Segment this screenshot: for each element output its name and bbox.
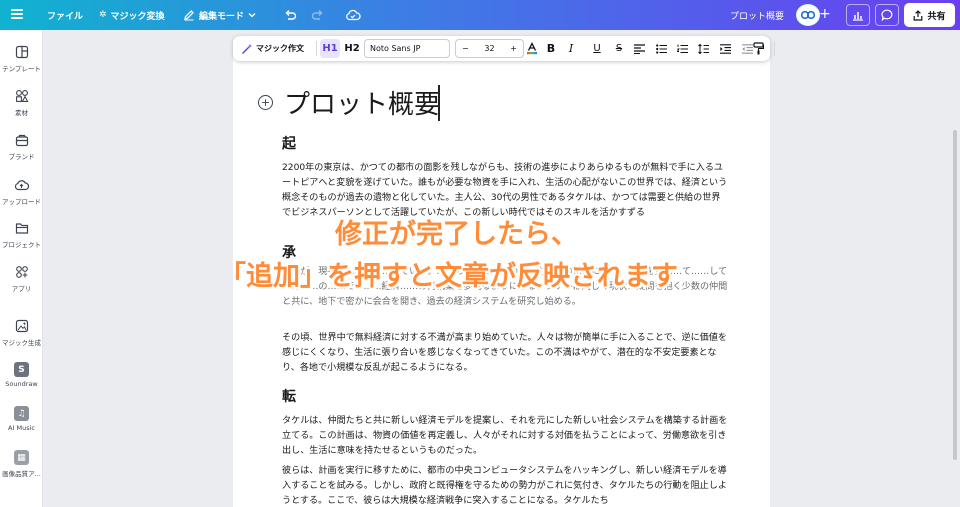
underline-icon[interactable]: U bbox=[588, 39, 606, 58]
document-title-label: プロット概要 bbox=[730, 11, 785, 22]
comment-button[interactable] bbox=[875, 4, 899, 26]
left-sidebar: テンプレート 素材 ブランド アップロード プロジェクト アプリ マジック生成 … bbox=[0, 30, 43, 507]
sidebar-item-label: アプリ bbox=[11, 285, 32, 293]
upload-icon bbox=[14, 177, 30, 193]
sidebar-item-label: プロジェクト bbox=[2, 241, 41, 249]
heading1-label: H1 bbox=[322, 43, 338, 54]
heading2-button[interactable]: H2 bbox=[342, 39, 362, 58]
text-color-icon bbox=[527, 42, 537, 55]
text-color-button[interactable] bbox=[523, 39, 541, 58]
brand-icon bbox=[14, 132, 30, 148]
sidebar-item-uploads[interactable]: アップロード bbox=[0, 177, 43, 206]
file-menu-label: ファイル bbox=[47, 11, 84, 22]
avatar[interactable] bbox=[796, 4, 820, 26]
pencil-icon bbox=[184, 10, 194, 21]
magic-switch-button[interactable]: ✲ マジック変換 bbox=[94, 3, 170, 27]
paint-format-icon[interactable] bbox=[749, 39, 767, 58]
overlay-caption-line1: 修正が完了したら、 bbox=[335, 219, 578, 250]
sidebar-item-label: アップロード bbox=[2, 198, 41, 206]
file-menu-button[interactable]: ファイル bbox=[42, 3, 88, 27]
magic-switch-label: マジック変換 bbox=[110, 11, 165, 22]
music-note-icon: ♫ bbox=[14, 406, 29, 421]
edit-mode-button[interactable]: 編集モード bbox=[178, 3, 261, 27]
vertical-scrollbar[interactable] bbox=[953, 130, 957, 460]
apps-icon bbox=[14, 264, 30, 280]
sidebar-item-label: テンプレート bbox=[2, 65, 41, 73]
sidebar-item-elements[interactable]: 素材 bbox=[0, 88, 43, 117]
font-size-increase-button[interactable]: + bbox=[510, 44, 517, 53]
add-block-icon[interactable]: + bbox=[258, 95, 273, 110]
section-heading[interactable]: 転 bbox=[282, 386, 296, 406]
sidebar-item-magic-media[interactable]: マジック生成 bbox=[0, 318, 43, 347]
sidebar-item-projects[interactable]: プロジェクト bbox=[0, 220, 43, 249]
share-label: 共有 bbox=[927, 11, 946, 22]
numbered-list-icon[interactable] bbox=[673, 39, 691, 58]
bar-chart-icon bbox=[853, 11, 863, 21]
align-left-icon[interactable] bbox=[630, 39, 648, 58]
toolbar-divider bbox=[774, 41, 775, 56]
upload-share-icon bbox=[914, 9, 923, 21]
heading2-label: H2 bbox=[344, 43, 360, 54]
template-icon bbox=[14, 44, 30, 60]
magic-write-label: マジック作文 bbox=[256, 44, 304, 53]
sidebar-item-brand[interactable]: ブランド bbox=[0, 132, 43, 161]
magic-wand-icon bbox=[242, 43, 252, 54]
paragraph[interactable]: その頃、世界中で無料経済に対する不満が高まり始めていた。人々は物が簡単に手に入る… bbox=[282, 331, 728, 376]
font-size-decrease-button[interactable]: − bbox=[462, 44, 469, 53]
strikethrough-icon[interactable]: S bbox=[610, 39, 628, 58]
paragraph[interactable]: 彼らは、計画を実行に移すために、都市の中央コンピュータシステムをハッキングし、新… bbox=[282, 464, 728, 507]
cloud-save-button[interactable] bbox=[340, 3, 366, 27]
paragraph[interactable]: タケルは、仲間たちと共に新しい経済モデルを提案し、それを元にした新しい社会システ… bbox=[282, 414, 728, 459]
redo-button[interactable] bbox=[306, 3, 329, 27]
share-button[interactable]: 共有 bbox=[904, 3, 955, 27]
sidebar-item-label: 画像品質ア... bbox=[2, 470, 41, 478]
indent-increase-icon[interactable] bbox=[716, 39, 734, 58]
sidebar-item-ai-music[interactable]: ♫ AI Music bbox=[0, 406, 43, 432]
font-family-select[interactable]: Noto Sans JP bbox=[364, 39, 450, 58]
heading1-button[interactable]: H1 bbox=[320, 39, 340, 58]
bullet-list-icon[interactable] bbox=[652, 39, 670, 58]
font-size-value[interactable]: 32 bbox=[484, 44, 494, 53]
sidebar-item-image-quality[interactable]: ▦ 画像品質ア... bbox=[0, 450, 43, 478]
insights-button[interactable] bbox=[846, 4, 870, 26]
magic-write-button[interactable]: マジック作文 bbox=[238, 39, 307, 58]
invite-plus-icon[interactable]: + bbox=[819, 6, 831, 22]
document-heading[interactable]: プロット概要 bbox=[284, 84, 440, 121]
sidebar-item-label: 素材 bbox=[15, 109, 28, 117]
text-caret bbox=[438, 85, 440, 121]
line-spacing-icon[interactable] bbox=[694, 39, 712, 58]
overlay-caption-line2: 「追加」を押すと文章が反映されます bbox=[219, 261, 678, 292]
sidebar-item-label: AI Music bbox=[8, 424, 35, 432]
edit-mode-label: 編集モード bbox=[199, 11, 245, 22]
elements-icon bbox=[14, 88, 30, 104]
avatar-icon bbox=[800, 10, 816, 20]
undo-button[interactable] bbox=[279, 3, 302, 27]
bold-icon[interactable]: B bbox=[542, 39, 560, 58]
sidebar-item-label: マジック生成 bbox=[2, 339, 41, 347]
text-toolbar: マジック作文 H1 H2 Noto Sans JP − 32 + B I U S bbox=[233, 36, 770, 61]
undo-icon bbox=[285, 10, 297, 20]
chevron-down-icon bbox=[248, 13, 256, 18]
comment-icon bbox=[880, 9, 892, 21]
sidebar-item-label: Soundraw bbox=[5, 380, 38, 388]
section-heading[interactable]: 起 bbox=[282, 133, 296, 153]
image-quality-icon: ▦ bbox=[14, 450, 29, 465]
soundraw-icon: S bbox=[14, 362, 29, 377]
document-title[interactable]: プロット概要 bbox=[725, 3, 789, 27]
sparkle-icon: ✲ bbox=[99, 10, 107, 20]
font-family-value: Noto Sans JP bbox=[370, 44, 421, 53]
toolbar-divider bbox=[316, 41, 317, 56]
sidebar-item-soundraw[interactable]: S Soundraw bbox=[0, 362, 43, 388]
redo-icon bbox=[311, 10, 323, 20]
menu-icon[interactable] bbox=[11, 9, 23, 19]
sidebar-item-templates[interactable]: テンプレート bbox=[0, 44, 43, 73]
sidebar-item-label: ブランド bbox=[8, 153, 35, 161]
cloud-check-icon bbox=[346, 9, 361, 21]
magic-media-icon bbox=[14, 318, 30, 334]
sidebar-item-apps[interactable]: アプリ bbox=[0, 264, 43, 293]
top-bar: ファイル ✲ マジック変換 編集モード プロット概要 + 共有 bbox=[0, 0, 960, 30]
italic-icon[interactable]: I bbox=[562, 39, 580, 58]
folder-icon bbox=[14, 220, 30, 236]
font-size-stepper[interactable]: − 32 + bbox=[455, 39, 524, 58]
